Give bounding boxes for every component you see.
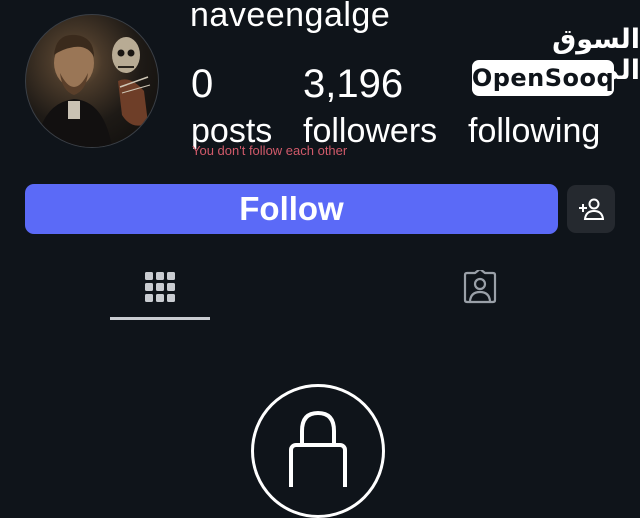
tagged-person-icon	[463, 270, 497, 304]
active-tab-indicator	[110, 317, 210, 320]
posts-count[interactable]: 0	[191, 62, 213, 107]
following-label[interactable]: following	[468, 112, 600, 151]
watermark-logo: OpenSooq	[472, 60, 614, 96]
follow-status-notice: You don't follow each other	[192, 143, 348, 158]
avatar-portrait	[36, 34, 151, 147]
grid-icon	[145, 272, 175, 302]
private-account-badge	[251, 384, 385, 518]
add-person-icon	[579, 198, 604, 220]
lock-icon	[289, 410, 347, 487]
profile-avatar[interactable]	[25, 14, 159, 148]
suggest-user-button[interactable]	[567, 185, 615, 233]
tab-tagged[interactable]	[430, 262, 530, 312]
profile-username: naveengalge	[190, 0, 391, 34]
tab-posts-grid[interactable]	[110, 262, 210, 312]
followers-count[interactable]: 3,196	[303, 62, 403, 107]
watermark-brand-text: OpenSooq	[471, 64, 615, 92]
follow-button[interactable]: Follow	[25, 184, 558, 234]
